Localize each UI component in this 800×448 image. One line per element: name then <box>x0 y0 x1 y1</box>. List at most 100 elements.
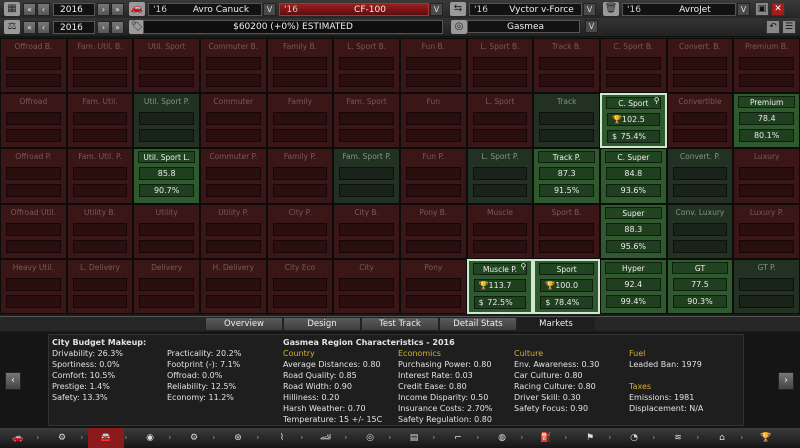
engine-icon[interactable]: ⚙ <box>44 428 80 448</box>
tab-detail-stats[interactable]: Detail Stats <box>439 317 517 331</box>
body-icon[interactable]: 🏎 <box>308 428 344 448</box>
tab-overview[interactable]: Overview <box>205 317 283 331</box>
market-cell[interactable]: Muscle P. ⚲ 🏆 113.7 $72.5% <box>466 258 534 314</box>
market-cell[interactable]: L. Sport <box>466 93 534 149</box>
compare-year-prev-button[interactable]: ‹ <box>37 20 50 34</box>
market-cell[interactable]: Sport B. <box>533 203 600 259</box>
market-cell[interactable]: Fam. Util. B. <box>66 38 134 94</box>
market-cell[interactable]: Util. Sport <box>133 38 200 94</box>
save-icon[interactable]: ▣ <box>755 2 769 16</box>
market-cell[interactable]: Heavy Util. <box>0 258 67 314</box>
prev-arrow-button[interactable]: ‹ <box>5 372 21 390</box>
market-cell[interactable]: Commuter <box>200 93 267 149</box>
compare-icon[interactable]: ⇆ <box>450 2 466 16</box>
menu-icon[interactable]: ☰ <box>782 20 796 34</box>
compare-year-next-fast-button[interactable]: » <box>111 20 124 34</box>
market-cell[interactable]: GT P. <box>733 258 800 314</box>
market-cell[interactable]: Luxury P. <box>733 203 800 259</box>
suspension-icon[interactable]: ⌇ <box>264 428 300 448</box>
gauge-icon[interactable]: ◔ <box>616 428 652 448</box>
market-cell[interactable]: Convert. B. <box>666 38 734 94</box>
market-cell[interactable]: C. Sport B. <box>600 38 667 94</box>
competitor-select[interactable]: '16 Vyctor v-Force <box>469 2 582 16</box>
market-cell[interactable]: Track B. <box>533 38 600 94</box>
pin-icon[interactable]: ⚲ <box>654 96 660 105</box>
market-cell[interactable]: City B. <box>333 203 400 259</box>
gearbox-icon[interactable]: ⚙ <box>176 428 212 448</box>
market-cell[interactable]: L. Sport B. <box>466 38 534 94</box>
market-cell[interactable]: Pony B. <box>400 203 467 259</box>
market-cell[interactable]: Utility B. <box>66 203 134 259</box>
chassis-icon[interactable]: ◉ <box>132 428 168 448</box>
market-cell[interactable]: Hyper 92.4 99.4% <box>600 258 667 314</box>
market-cell[interactable]: Track <box>533 93 600 149</box>
year-next-button[interactable]: › <box>97 2 110 16</box>
flag-icon[interactable]: ⚑ <box>572 428 608 448</box>
market-cell[interactable]: Fam. Util. <box>66 93 134 149</box>
market-cell[interactable]: Fam. Sport <box>333 93 400 149</box>
year-prev-fast-button[interactable]: « <box>23 2 36 16</box>
tab-design[interactable]: Design <box>283 317 361 331</box>
car-model-dropdown-button[interactable]: V <box>430 2 443 16</box>
market-cell[interactable]: H. Delivery <box>200 258 267 314</box>
interior-icon[interactable]: ▤ <box>396 428 432 448</box>
fuel-icon[interactable]: ⛽ <box>528 428 564 448</box>
market-cell[interactable]: L. Delivery <box>66 258 134 314</box>
region-select[interactable]: Gasmea <box>467 20 580 33</box>
market-cell[interactable]: Fun P. <box>400 148 467 204</box>
market-cell[interactable]: Super 88.3 95.6% <box>600 203 667 259</box>
market-cell[interactable]: Family P. <box>266 148 334 204</box>
market-cell[interactable]: Offroad P. <box>0 148 67 204</box>
market-cell[interactable]: Premium 78.4 80.1% <box>733 93 800 149</box>
market-cell[interactable]: Utility <box>133 203 200 259</box>
market-cell[interactable]: Convertible <box>666 93 734 149</box>
car-icon[interactable]: 🚗 <box>0 428 36 448</box>
market-cell[interactable]: Offroad <box>0 93 67 149</box>
brake-icon[interactable]: ◎ <box>352 428 388 448</box>
market-cell[interactable]: Family <box>266 93 334 149</box>
market-cell[interactable]: L. Sport B. <box>333 38 400 94</box>
compare-year-next-button[interactable]: › <box>97 20 110 34</box>
factory-icon[interactable]: ⌂ <box>704 428 740 448</box>
market-cell[interactable]: GT 77.5 90.3% <box>666 258 734 314</box>
market-cell[interactable]: Luxury <box>733 148 800 204</box>
market-cell[interactable]: Fam. Sport P. <box>333 148 400 204</box>
market-cell[interactable]: Util. Sport P. <box>133 93 200 149</box>
competitor-model-select[interactable]: '16 AvroJet <box>622 2 736 16</box>
company-select[interactable]: '16 Avro Canuck <box>148 2 262 16</box>
tab-test-track[interactable]: Test Track <box>361 317 439 331</box>
market-cell[interactable]: Offroad Util. <box>0 203 67 259</box>
competitor-dropdown-button[interactable]: V <box>583 2 596 16</box>
year-prev-button[interactable]: ‹ <box>37 2 50 16</box>
next-arrow-button[interactable]: › <box>778 372 794 390</box>
market-cell[interactable]: Muscle <box>466 203 534 259</box>
market-cell[interactable]: Util. Sport L. 85.8 90.7% <box>133 148 200 204</box>
close-icon[interactable]: ✕ <box>771 2 785 16</box>
steering-icon[interactable]: ◍ <box>484 428 520 448</box>
region-dropdown-button[interactable]: V <box>585 20 598 33</box>
car-model-select[interactable]: '16 CF-100 <box>279 2 429 16</box>
seat-icon[interactable]: ⌐ <box>440 428 476 448</box>
market-cell[interactable]: City P. <box>266 203 334 259</box>
market-cell[interactable]: L. Sport P. <box>466 148 534 204</box>
compare-year-prev-fast-button[interactable]: « <box>23 20 36 34</box>
company-dropdown-button[interactable]: V <box>263 2 276 16</box>
calendar-icon[interactable]: ▦ <box>4 2 20 16</box>
market-cell[interactable]: C. Sport ⚲ 🏆 102.5 $75.4% <box>600 93 667 149</box>
market-cell[interactable]: Conv. Luxury <box>666 203 734 259</box>
pin-icon[interactable]: ⚲ <box>520 262 526 271</box>
market-cell[interactable]: City <box>333 258 400 314</box>
market-cell[interactable]: Offroad B. <box>0 38 67 94</box>
car-active-icon[interactable]: 🚘 <box>88 428 124 448</box>
market-cell[interactable]: Premium B. <box>733 38 800 94</box>
wheel-icon[interactable]: ⊛ <box>220 428 256 448</box>
market-cell[interactable]: Fam. Util. P. <box>66 148 134 204</box>
trash-icon[interactable]: 🗑 <box>603 2 619 16</box>
market-cell[interactable]: Commuter B. <box>200 38 267 94</box>
trophy-icon[interactable]: 🏆 <box>748 428 784 448</box>
tab-markets[interactable]: Markets <box>517 317 595 331</box>
market-cell[interactable]: Pony <box>400 258 467 314</box>
market-cell[interactable]: Family B. <box>266 38 334 94</box>
market-cell[interactable]: Delivery <box>133 258 200 314</box>
market-cell[interactable]: C. Super 84.8 93.6% <box>600 148 667 204</box>
